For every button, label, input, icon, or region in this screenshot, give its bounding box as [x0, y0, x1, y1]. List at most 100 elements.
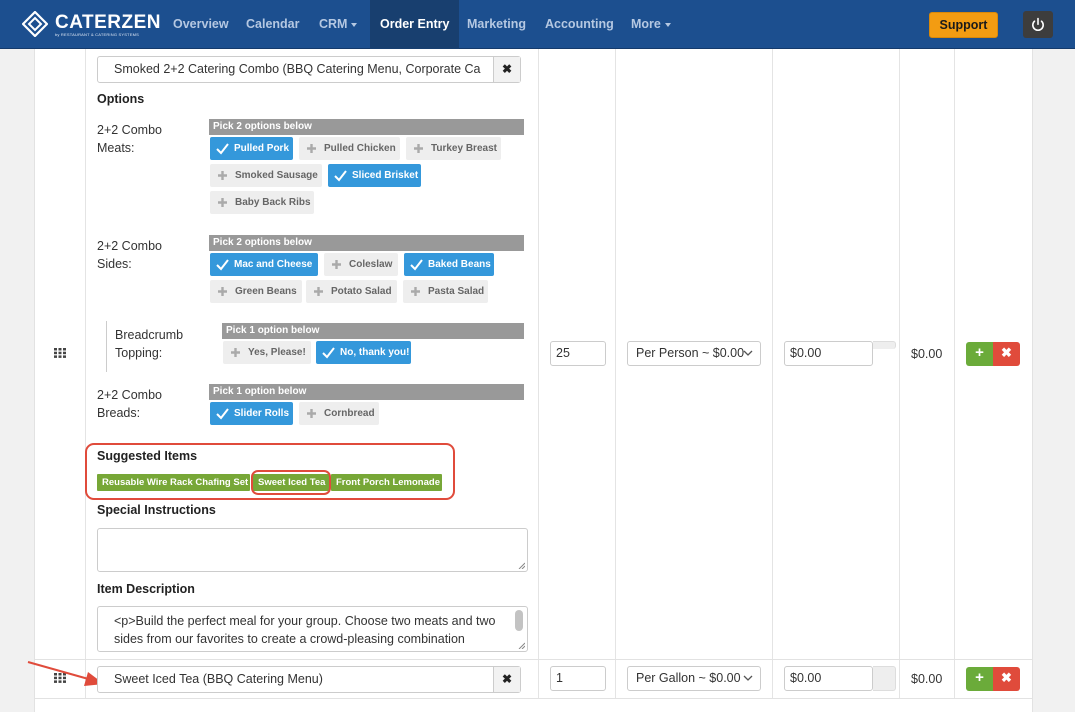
remove-line-button[interactable]: ✖ [993, 342, 1020, 366]
caret-down-icon [664, 22, 671, 27]
check-icon [216, 259, 229, 271]
nav-order-entry[interactable]: Order Entry [370, 0, 460, 49]
brand-tagline: by RESTAURANT & CATERING SYSTEMS [55, 32, 139, 37]
option-potato-salad[interactable]: Potato Salad [306, 280, 397, 303]
nav-marketing-label: Marketing [467, 17, 527, 31]
option-label: Mac and Cheese [234, 259, 313, 270]
option-label: No, thank you! [340, 347, 410, 358]
unit-select[interactable]: Per Gallon ~ $0.00 [627, 666, 761, 691]
item-description-input[interactable]: <p>Build the perfect meal for your group… [97, 606, 528, 652]
plus-icon [314, 287, 323, 296]
option-label: Baked Beans [428, 259, 491, 270]
unit-select[interactable]: Per Person ~ $0.00 [627, 341, 761, 366]
column-divider [615, 49, 616, 660]
nested-option-indent [106, 321, 107, 372]
add-line-button[interactable]: + [966, 667, 993, 691]
caret-down-icon [351, 22, 358, 27]
column-divider [899, 660, 900, 698]
option-baked-beans[interactable]: Baked Beans [404, 253, 494, 276]
plus-icon [332, 260, 341, 269]
option-green-beans[interactable]: Green Beans [210, 280, 302, 303]
resize-handle-icon[interactable] [518, 562, 525, 569]
drag-handle-icon[interactable] [54, 348, 66, 358]
option-group-label: 2+2 Combo Sides: [97, 239, 162, 271]
plus-icon [307, 409, 316, 418]
column-divider [899, 49, 900, 660]
line-total: $0.00 [911, 672, 943, 686]
power-button[interactable] [1023, 11, 1053, 38]
suggested-item-lemonade[interactable]: Front Porch Lemonade [331, 474, 442, 491]
nav-accounting[interactable]: Accounting [545, 0, 614, 49]
selected-suggestion-highlight [251, 470, 331, 495]
nav-crm[interactable]: CRM [319, 0, 358, 49]
plus-icon [231, 348, 240, 357]
item-name-field[interactable]: Sweet Iced Tea (BBQ Catering Menu) ✖ [97, 666, 521, 693]
logo-diamond-icon [22, 11, 48, 37]
row-divider [35, 698, 1033, 699]
nav-overview[interactable]: Overview [173, 0, 229, 49]
support-button[interactable]: Support [929, 12, 998, 38]
nav-accounting-label: Accounting [545, 17, 614, 31]
option-no-thank-you[interactable]: No, thank you! [316, 341, 411, 364]
option-cornbread[interactable]: Cornbread [299, 402, 379, 425]
check-icon [322, 347, 335, 359]
option-sliced-brisket[interactable]: Sliced Brisket [328, 164, 421, 187]
option-label: Potato Salad [331, 286, 392, 297]
quantity-input[interactable]: 1 [550, 666, 606, 691]
clear-item-button[interactable]: ✖ [493, 667, 520, 692]
chevron-down-icon [743, 350, 753, 356]
nav-order-entry-label: Order Entry [380, 17, 450, 31]
option-label: Yes, Please! [248, 347, 306, 358]
resize-handle-icon[interactable] [518, 642, 525, 649]
nav-calendar-label: Calendar [246, 17, 300, 31]
option-label: Pulled Pork [234, 143, 290, 154]
option-label: Pasta Salad [428, 286, 485, 297]
option-pulled-pork[interactable]: Pulled Pork [210, 137, 293, 160]
option-label: Turkey Breast [431, 143, 497, 154]
option-pasta-salad[interactable]: Pasta Salad [403, 280, 488, 303]
annotation-arrow-icon [27, 661, 104, 686]
options-heading: Options [97, 92, 145, 106]
clear-item-button[interactable]: ✖ [493, 57, 520, 82]
suggested-items-heading: Suggested Items [97, 449, 198, 463]
brand-name: CATERZEN [55, 12, 162, 33]
column-divider [954, 49, 955, 660]
price-input[interactable]: $0.00 [784, 341, 873, 366]
top-navbar: CATERZEN by RESTAURANT & CATERING SYSTEM… [0, 0, 1075, 49]
column-divider [772, 660, 773, 698]
column-divider [538, 49, 539, 660]
option-turkey-breast[interactable]: Turkey Breast [406, 137, 501, 160]
option-slider-rolls[interactable]: Slider Rolls [210, 402, 293, 425]
option-mac-and-cheese[interactable]: Mac and Cheese [210, 253, 318, 276]
suggested-item-chafing-set[interactable]: Reusable Wire Rack Chafing Set [97, 474, 250, 491]
option-label: Pulled Chicken [324, 143, 396, 154]
nav-more[interactable]: More [631, 0, 671, 49]
scrollbar-thumb[interactable] [515, 610, 523, 631]
check-icon [410, 259, 423, 271]
nav-more-label: More [631, 17, 661, 31]
nav-overview-label: Overview [173, 17, 229, 31]
nav-marketing[interactable]: Marketing [467, 0, 526, 49]
unit-select-value: Per Gallon ~ $0.00 [636, 671, 741, 685]
option-label: Sliced Brisket [352, 170, 419, 181]
item-name-field[interactable]: Smoked 2+2 Catering Combo (BBQ Catering … [97, 56, 521, 83]
option-label: Cornbread [324, 408, 375, 419]
nav-calendar[interactable]: Calendar [246, 0, 300, 49]
plus-icon [218, 198, 227, 207]
remove-line-button[interactable]: ✖ [993, 667, 1020, 691]
add-line-button[interactable]: + [966, 342, 993, 366]
check-icon [334, 170, 347, 182]
nav-crm-label: CRM [319, 17, 348, 31]
option-baby-back-ribs[interactable]: Baby Back Ribs [210, 191, 314, 214]
option-smoked-sausage[interactable]: Smoked Sausage [210, 164, 322, 187]
option-yes-please[interactable]: Yes, Please! [223, 341, 311, 364]
option-pulled-chicken[interactable]: Pulled Chicken [299, 137, 400, 160]
special-instructions-input[interactable] [97, 528, 528, 572]
option-label: Smoked Sausage [235, 170, 318, 181]
price-input[interactable]: $0.00 [784, 666, 873, 691]
option-coleslaw[interactable]: Coleslaw [324, 253, 398, 276]
quantity-input[interactable]: 25 [550, 341, 606, 366]
option-label: Slider Rolls [234, 408, 290, 419]
column-divider [772, 49, 773, 660]
column-divider [615, 660, 616, 698]
